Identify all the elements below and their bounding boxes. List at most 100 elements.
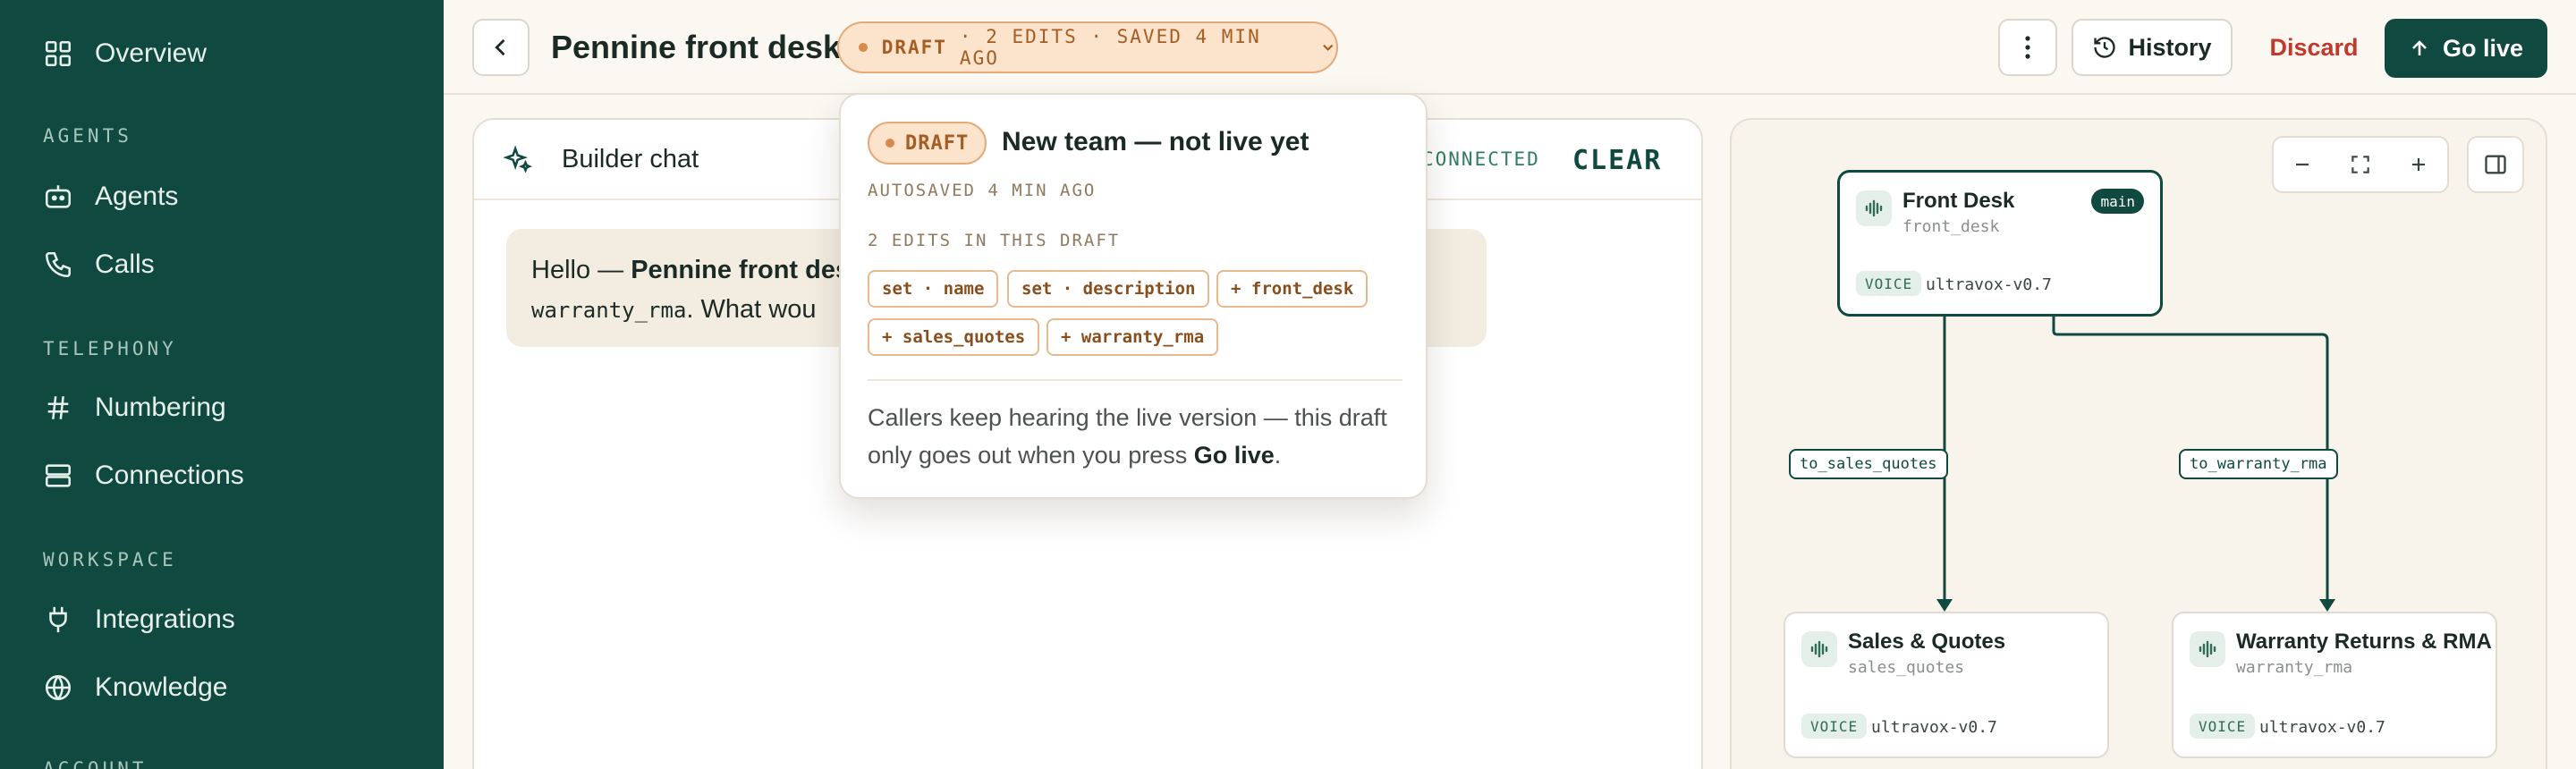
note-text: Callers keep hearing the live version — … <box>868 404 1387 469</box>
globe-icon <box>45 674 72 701</box>
sidebar-item-connections[interactable]: Connections <box>43 449 419 503</box>
edit-chip: set · name <box>868 270 999 308</box>
expand-icon <box>2351 156 2369 173</box>
edit-chip: set · description <box>1007 270 1210 308</box>
bot-icon <box>45 185 72 208</box>
sidebar-item-numbering[interactable]: Numbering <box>43 381 419 435</box>
message-code: warranty_rma <box>531 298 687 323</box>
sidebar-section-account: ACCOUNT <box>43 758 148 769</box>
go-live-button[interactable]: Go live <box>2385 19 2547 78</box>
node-slug: warranty_rma <box>2236 658 2353 677</box>
node-model: ultravox-v0.7 <box>2259 718 2385 737</box>
sidebar-item-label: Numbering <box>95 393 226 422</box>
page-header: Pennine front desk DRAFT · 2 EDITS · SAV… <box>444 0 2576 95</box>
edits-heading: 2 EDITS IN THIS DRAFT <box>868 231 1121 250</box>
sidebar-item-agents[interactable]: Agents <box>43 170 419 224</box>
note-end: . <box>1274 442 1282 469</box>
popover-note: Callers keep hearing the live version — … <box>868 399 1404 474</box>
edit-chip: + front_desk <box>1216 270 1368 308</box>
toggle-panel-button[interactable] <box>2467 136 2524 193</box>
history-button[interactable]: History <box>2072 19 2233 76</box>
hash-icon <box>47 396 69 419</box>
draft-dot-icon <box>859 43 868 52</box>
history-icon <box>2094 37 2116 58</box>
main-badge: main <box>2091 189 2144 214</box>
discard-button[interactable]: Discard <box>2256 19 2372 76</box>
sidebar-item-label: Calls <box>95 249 155 279</box>
voice-badge: VOICE <box>2190 714 2256 739</box>
sparkles-icon <box>503 145 532 173</box>
clear-chat-button[interactable]: CLEAR <box>1572 145 1662 176</box>
draft-status-dropdown[interactable]: DRAFT · 2 EDITS · SAVED 4 MIN AGO <box>837 21 1338 73</box>
chat-title: Builder chat <box>562 145 699 173</box>
node-slug: sales_quotes <box>1848 658 1965 677</box>
arrow-up-icon <box>2412 40 2427 55</box>
fit-view-button[interactable] <box>2334 138 2387 191</box>
node-name: Front Desk <box>1902 189 2015 213</box>
divider <box>868 379 1402 381</box>
sidebar-item-label: Knowledge <box>95 672 228 702</box>
sidebar-item-calls[interactable]: Calls <box>43 238 419 292</box>
team-graph-canvas[interactable]: Front Desk front_desk main VOICE ultravo… <box>1730 118 2547 769</box>
server-icon <box>45 464 72 487</box>
node-warranty-rma[interactable]: Warranty Returns & RMA warranty_rma VOIC… <box>2172 612 2497 758</box>
edge-label-to-warranty[interactable]: to_warranty_rma <box>2179 449 2338 479</box>
audio-waveform-icon <box>1801 631 1837 667</box>
history-label: History <box>2128 33 2212 61</box>
minus-icon <box>2296 163 2309 166</box>
node-model: ultravox-v0.7 <box>1926 275 2052 294</box>
more-vertical-icon <box>2025 36 2030 59</box>
connection-status: CONNECTED <box>1422 148 1540 170</box>
sidebar-item-knowledge[interactable]: Knowledge <box>43 661 419 714</box>
edit-chip: + sales_quotes <box>868 318 1040 356</box>
sidebar-item-label: Integrations <box>95 604 235 634</box>
message-text-tail: . What wou <box>686 295 817 324</box>
message-bold: Pennine front des <box>631 256 851 284</box>
sidebar-item-overview[interactable]: Overview <box>43 27 419 80</box>
sidebar-item-label: Overview <box>95 38 208 68</box>
note-bold: Go live <box>1193 442 1275 469</box>
draft-badge: DRAFT <box>868 122 987 165</box>
plug-icon <box>49 606 67 633</box>
more-options-button[interactable] <box>1998 19 2057 76</box>
autosave-status: AUTOSAVED 4 MIN AGO <box>868 181 1097 200</box>
sidebar-item-label: Agents <box>95 182 179 211</box>
audio-waveform-icon <box>2190 631 2225 667</box>
voice-badge: VOICE <box>1856 271 1922 296</box>
popover-title: New team — not live yet <box>1002 127 1309 156</box>
draft-badge-label: DRAFT <box>905 131 970 155</box>
draft-dot-icon <box>886 139 894 148</box>
edge-label-to-sales[interactable]: to_sales_quotes <box>1789 449 1948 479</box>
zoom-out-button[interactable] <box>2275 138 2329 191</box>
zoom-controls <box>2272 136 2449 193</box>
voice-badge: VOICE <box>1801 714 1868 739</box>
edit-chip: + warranty_rma <box>1046 318 1219 356</box>
plus-icon <box>2411 158 2425 171</box>
arrowhead-icon <box>2319 599 2335 612</box>
audio-waveform-icon <box>1856 190 1892 226</box>
chevron-left-icon <box>495 38 505 56</box>
draft-status-label: DRAFT <box>881 37 947 58</box>
sidebar-item-integrations[interactable]: Integrations <box>43 593 419 646</box>
node-name: Sales & Quotes <box>1848 630 2006 654</box>
node-sales-quotes[interactable]: Sales & Quotes sales_quotes VOICE ultrav… <box>1784 612 2109 758</box>
sidebar-item-label: Connections <box>95 461 244 490</box>
node-front-desk[interactable]: Front Desk front_desk main VOICE ultravo… <box>1837 170 2163 317</box>
arrowhead-icon <box>1936 599 1953 612</box>
sidebar-section-telephony: TELEPHONY <box>43 338 177 359</box>
sidebar-section-agents: AGENTS <box>43 125 132 147</box>
sidebar-panel-icon <box>2485 155 2506 174</box>
sidebar: Overview AGENTS Agents Calls TELEPHONY N… <box>0 0 444 769</box>
node-name: Warranty Returns & RMA <box>2236 630 2492 654</box>
page-title: Pennine front desk <box>551 29 842 65</box>
node-model: ultravox-v0.7 <box>1871 718 1997 737</box>
chevron-down-icon <box>1322 44 1333 51</box>
phone-icon <box>45 251 72 278</box>
grid-icon <box>45 40 72 67</box>
zoom-in-button[interactable] <box>2392 138 2445 191</box>
message-text: Hello — <box>531 256 631 284</box>
go-live-label: Go live <box>2442 34 2524 62</box>
back-button[interactable] <box>472 19 530 76</box>
sidebar-section-workspace: WORKSPACE <box>43 549 177 570</box>
draft-status-detail: · 2 EDITS · SAVED 4 MIN AGO <box>959 26 1261 69</box>
